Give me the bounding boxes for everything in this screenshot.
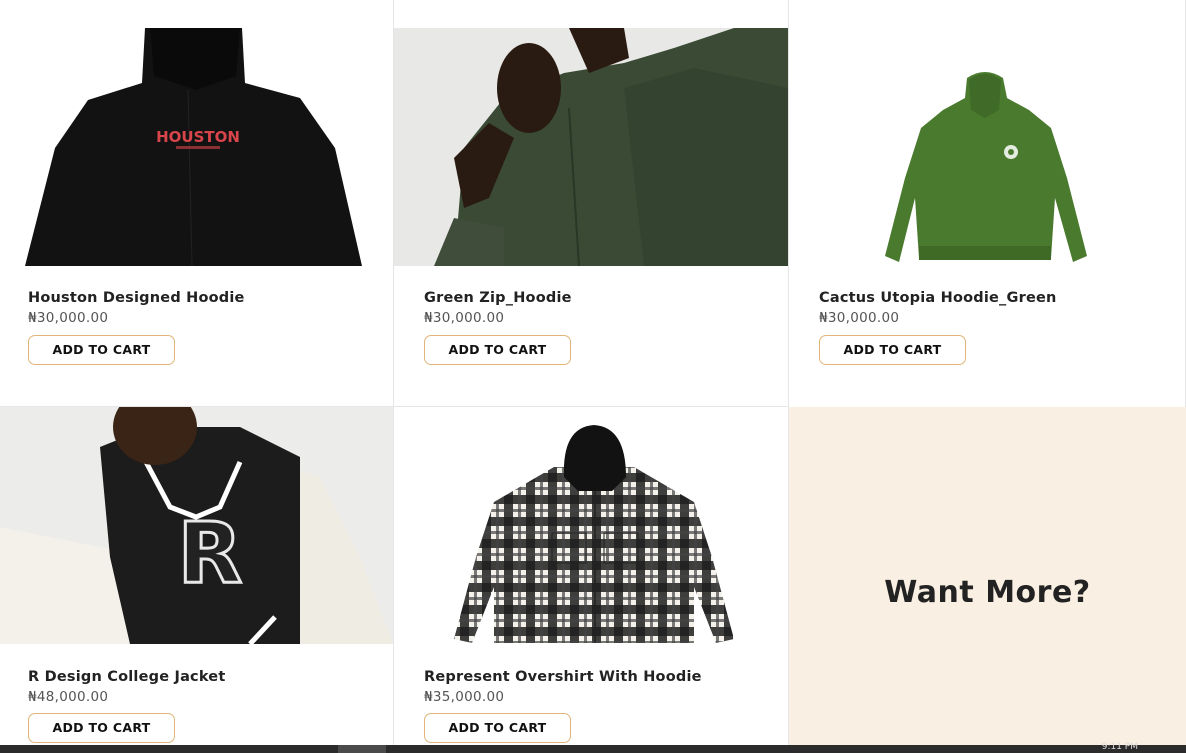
add-to-cart-button[interactable]: ADD TO CART <box>28 335 175 365</box>
add-to-cart-button[interactable]: ADD TO CART <box>819 335 966 365</box>
product-info: Houston Designed Hoodie ₦30,000.00 ADD T… <box>28 290 245 365</box>
product-card: Cactus Utopia Hoodie_Green ₦30,000.00 AD… <box>789 0 1185 406</box>
product-info: Represent Overshirt With Hoodie ₦35,000.… <box>424 669 702 743</box>
taskbar: 9:11 PM <box>0 742 1186 753</box>
product-card: Green Zip_Hoodie ₦30,000.00 ADD TO CART <box>394 0 788 406</box>
want-more-tile[interactable]: Want More? <box>789 407 1186 745</box>
product-price: ₦30,000.00 <box>424 310 505 326</box>
jacket-letter: R <box>178 504 243 602</box>
product-name[interactable]: Green Zip_Hoodie <box>424 290 572 306</box>
product-price: ₦30,000.00 <box>819 310 900 326</box>
product-price: ₦30,000.00 <box>28 310 109 326</box>
product-image-green-zip-hoodie[interactable] <box>394 28 788 266</box>
product-image-represent-overshirt[interactable] <box>394 407 788 644</box>
product-price: ₦48,000.00 <box>28 689 109 705</box>
add-to-cart-button[interactable]: ADD TO CART <box>424 713 571 743</box>
add-to-cart-button[interactable]: ADD TO CART <box>424 335 571 365</box>
product-image-houston-hoodie[interactable]: HOUSTON <box>0 28 393 266</box>
product-info: Cactus Utopia Hoodie_Green ₦30,000.00 AD… <box>819 290 1057 365</box>
want-more-heading: Want More? <box>884 575 1091 610</box>
product-name[interactable]: Houston Designed Hoodie <box>28 290 245 306</box>
product-name[interactable]: Cactus Utopia Hoodie_Green <box>819 290 1057 306</box>
product-price: ₦35,000.00 <box>424 689 505 705</box>
product-card: Represent Overshirt With Hoodie ₦35,000.… <box>394 407 788 745</box>
product-name[interactable]: Represent Overshirt With Hoodie <box>424 669 702 685</box>
taskbar-active-app[interactable] <box>338 745 386 753</box>
hoodie-print-text: HOUSTON <box>156 128 240 146</box>
product-image-cactus-utopia-hoodie[interactable] <box>789 28 1185 266</box>
product-grid: HOUSTON Houston Designed Hoodie ₦30,000.… <box>0 0 1186 753</box>
product-image-r-design-jacket[interactable]: R <box>0 407 393 644</box>
product-card: HOUSTON Houston Designed Hoodie ₦30,000.… <box>0 0 394 406</box>
product-info: Green Zip_Hoodie ₦30,000.00 ADD TO CART <box>424 290 572 365</box>
product-card: R R Design College Jacket ₦48,000.00 ADD… <box>0 407 394 745</box>
taskbar-clock: 9:11 PM <box>1101 742 1138 752</box>
product-info: R Design College Jacket ₦48,000.00 ADD T… <box>28 669 225 743</box>
add-to-cart-button[interactable]: ADD TO CART <box>28 713 175 743</box>
product-name[interactable]: R Design College Jacket <box>28 669 225 685</box>
